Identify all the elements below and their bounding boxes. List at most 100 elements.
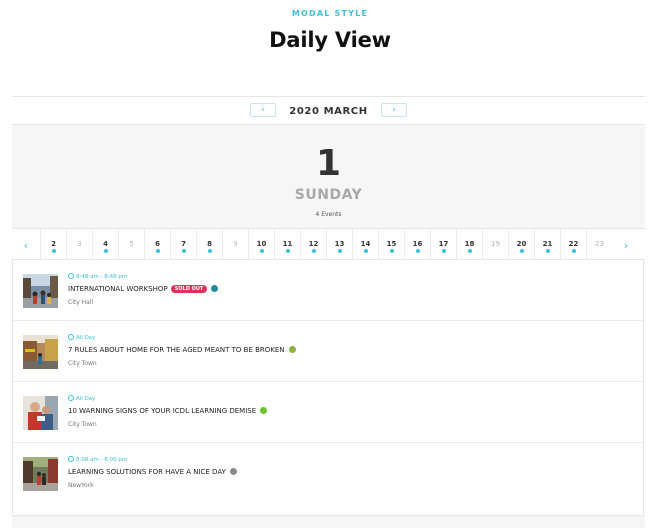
- day-number: 3: [77, 240, 82, 248]
- page-title: Daily View: [269, 28, 391, 52]
- day-cell[interactable]: 9: [222, 229, 248, 262]
- category-dot-icon: [229, 468, 237, 475]
- day-cell[interactable]: 17: [430, 229, 456, 262]
- day-number: 9: [233, 240, 238, 248]
- day-number: 17: [438, 240, 449, 248]
- event-dot-icon: [156, 249, 160, 253]
- day-cell[interactable]: 5: [118, 229, 144, 262]
- day-number: 2: [51, 240, 56, 248]
- day-cell[interactable]: 15: [378, 229, 404, 262]
- day-cell[interactable]: 11: [274, 229, 300, 262]
- day-number: 5: [129, 240, 134, 248]
- day-cell[interactable]: 7: [170, 229, 196, 262]
- chevron-right-icon: ›: [392, 105, 396, 115]
- category-dot-icon: [288, 346, 296, 353]
- event-title-line: 10 WARNING SIGNS OF YOUR ICDL LEARNING D…: [68, 407, 268, 415]
- event-dot-icon: [572, 249, 576, 253]
- day-cell[interactable]: 8: [196, 229, 222, 262]
- event-time: All Day: [68, 395, 95, 402]
- day-cell[interactable]: 13: [326, 229, 352, 262]
- event-time: All Day: [68, 334, 95, 341]
- day-cell[interactable]: 6: [144, 229, 170, 262]
- event-thumbnail[interactable]: [23, 457, 58, 491]
- event-dot-icon: [182, 249, 186, 253]
- event-title[interactable]: INTERNATIONAL WORKSHOP: [68, 285, 168, 293]
- event-row[interactable]: All Day 10 WARNING SIGNS OF YOUR ICDL LEA…: [13, 382, 643, 443]
- event-title[interactable]: 10 WARNING SIGNS OF YOUR ICDL LEARNING D…: [68, 407, 256, 415]
- event-location: City Town: [68, 421, 97, 428]
- day-number: 6: [155, 240, 160, 248]
- event-dot-icon: [520, 249, 524, 253]
- event-dot-icon: [546, 249, 550, 253]
- event-dot-icon: [468, 249, 472, 253]
- event-location: NewYork: [68, 482, 94, 489]
- day-number: 14: [360, 240, 371, 248]
- event-time-text: All Day: [76, 396, 96, 402]
- strip-next-button[interactable]: ›: [612, 229, 640, 262]
- day-cell[interactable]: 21: [534, 229, 560, 262]
- event-time: 8:48 am - 8:48 pm: [68, 273, 127, 280]
- day-number: 18: [464, 240, 475, 248]
- clock-icon: [68, 456, 74, 462]
- day-cell[interactable]: 22: [560, 229, 586, 262]
- event-dot-icon: [286, 249, 290, 253]
- day-number: 20: [516, 240, 527, 248]
- event-dot-icon: [338, 249, 342, 253]
- event-time-text: 8:48 am - 8:48 pm: [76, 274, 128, 280]
- day-number: 15: [386, 240, 397, 248]
- event-row[interactable]: All Day 7 RULES ABOUT HOME FOR THE AGED M…: [13, 321, 643, 382]
- strip-prev-button[interactable]: ‹: [12, 229, 40, 262]
- day-number: 10: [256, 240, 267, 248]
- day-number: 12: [308, 240, 319, 248]
- day-cell[interactable]: 2: [40, 229, 66, 262]
- day-number: 23: [595, 240, 604, 248]
- event-dot-icon: [260, 249, 264, 253]
- event-count: 4 Events: [315, 211, 342, 218]
- event-title-line: INTERNATIONAL WORKSHOP SOLD OUT: [68, 285, 219, 293]
- event-title-line: 7 RULES ABOUT HOME FOR THE AGED MEANT TO…: [68, 346, 296, 354]
- day-number: 4: [103, 240, 108, 248]
- event-dot-icon: [416, 249, 420, 253]
- event-time-text: 8:08 am - 8:00 pm: [76, 457, 128, 463]
- category-dot-icon: [211, 285, 219, 292]
- day-cell[interactable]: 10: [248, 229, 274, 262]
- selected-day-weekday: SUNDAY: [294, 187, 363, 203]
- day-cell[interactable]: 4: [92, 229, 118, 262]
- day-cell[interactable]: 20: [508, 229, 534, 262]
- day-cell[interactable]: 12: [300, 229, 326, 262]
- day-number: 7: [181, 240, 186, 248]
- day-number: 8: [207, 240, 212, 248]
- chevron-right-icon: ›: [623, 239, 629, 252]
- day-number: 11: [282, 240, 293, 248]
- event-title[interactable]: LEARNING SOLUTIONS FOR HAVE A NICE DAY: [68, 468, 226, 476]
- event-thumbnail[interactable]: [23, 274, 58, 308]
- day-cell[interactable]: 23: [586, 229, 612, 262]
- event-thumbnail[interactable]: [23, 335, 58, 369]
- category-dot-icon: [260, 407, 268, 414]
- event-row[interactable]: 8:08 am - 8:00 pm LEARNING SOLUTIONS FOR …: [13, 443, 643, 504]
- event-location: City Hall: [68, 299, 94, 306]
- day-number: 19: [491, 240, 500, 248]
- event-row[interactable]: 8:48 am - 8:48 pm INTERNATIONAL WORKSHOP S…: [13, 260, 643, 321]
- event-dot-icon: [390, 249, 394, 253]
- clock-icon: [68, 273, 74, 279]
- clock-icon: [68, 395, 74, 401]
- day-cell[interactable]: 16: [404, 229, 430, 262]
- event-time: 8:08 am - 8:00 pm: [68, 456, 127, 463]
- event-dot-icon: [364, 249, 368, 253]
- event-title[interactable]: 7 RULES ABOUT HOME FOR THE AGED MEANT TO…: [68, 346, 285, 354]
- day-cell[interactable]: 19: [482, 229, 508, 262]
- event-dot-icon: [52, 249, 56, 253]
- next-month-button[interactable]: ›: [381, 103, 407, 117]
- day-cell[interactable]: 3: [66, 229, 92, 262]
- day-cell[interactable]: 14: [352, 229, 378, 262]
- day-number: 21: [542, 240, 553, 248]
- day-number: 13: [334, 240, 345, 248]
- day-cell[interactable]: 18: [456, 229, 482, 262]
- footer-band: [12, 516, 645, 528]
- month-navigation: ‹ 2020 MARCH ›: [12, 97, 645, 125]
- event-time-text: All Day: [76, 335, 96, 341]
- event-thumbnail[interactable]: [23, 396, 58, 430]
- selected-day-panel: 1 SUNDAY 4 Events: [12, 125, 645, 229]
- month-label: 2020 MARCH: [289, 106, 368, 117]
